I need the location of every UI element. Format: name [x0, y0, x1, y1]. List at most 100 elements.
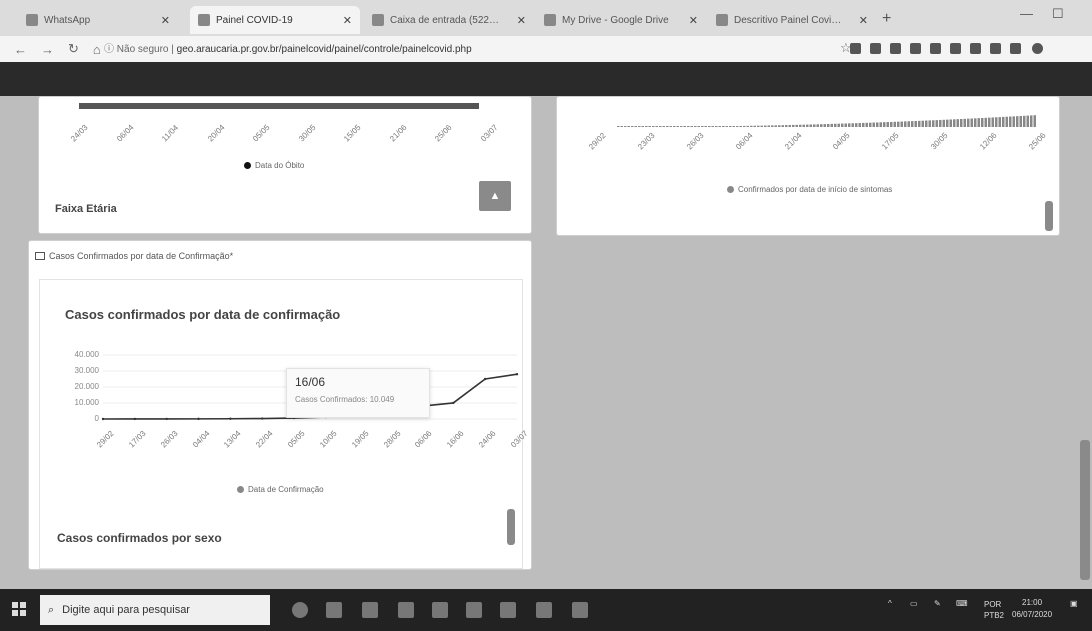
maximize-icon[interactable]: ☐ — [1052, 6, 1064, 22]
windows-start-icon[interactable] — [12, 602, 26, 616]
extension-icon[interactable] — [1010, 43, 1021, 54]
forward-icon[interactable]: → — [41, 42, 54, 57]
symptom-bar — [659, 126, 662, 127]
extension-icon[interactable] — [950, 43, 961, 54]
symptom-bar — [914, 120, 917, 127]
symptom-bar — [673, 126, 676, 127]
symptom-bar — [1030, 115, 1033, 127]
close-icon[interactable]: ✕ — [161, 14, 170, 27]
data-point[interactable] — [483, 377, 487, 381]
symptom-bar — [921, 120, 924, 127]
x-tick-label: 06/04 — [114, 122, 136, 144]
confirmed-cases-card: Casos Confirmados por data de Confirmaçã… — [28, 240, 532, 570]
info-icon: ⓘ — [104, 44, 114, 55]
symptom-bar — [666, 126, 669, 127]
keyboard-icon[interactable]: ⌨ — [956, 599, 968, 608]
symptom-bar — [624, 126, 627, 127]
chart-scrollbar[interactable] — [507, 509, 515, 545]
symptom-bar — [970, 118, 973, 127]
notification-icon[interactable]: ▣ — [1070, 599, 1078, 608]
chart-tooltip: 16/06 Casos Confirmados: 10.049 — [286, 368, 430, 418]
data-point[interactable] — [133, 417, 137, 421]
symptom-bar — [788, 124, 791, 127]
tab-title: WhatsApp — [44, 14, 91, 26]
symptom-bar — [981, 117, 984, 127]
extension-icon[interactable] — [990, 43, 1001, 54]
y-tick-label: 40.000 — [74, 350, 99, 359]
symptom-bar — [722, 126, 725, 127]
data-point[interactable] — [165, 417, 168, 421]
symptom-bar — [701, 126, 704, 127]
symptom-bar — [858, 123, 861, 127]
language-indicator[interactable]: POR PTB2 — [984, 599, 1004, 621]
reload-icon[interactable]: ↻ — [68, 41, 79, 57]
back-icon[interactable]: ← — [14, 42, 27, 57]
symptoms-bars — [617, 115, 1036, 127]
data-point[interactable] — [101, 417, 105, 421]
taskbar-search-box[interactable]: ⌕ Digite aqui para pesquisar — [40, 595, 270, 625]
avatar[interactable] — [1032, 43, 1043, 54]
symptom-bar — [697, 126, 700, 127]
symptom-bar — [802, 124, 805, 127]
symptom-bar — [694, 126, 697, 127]
symptom-bar — [617, 126, 620, 127]
panel-scrollbar[interactable] — [1045, 201, 1053, 231]
tab-title: Painel COVID-19 — [216, 14, 293, 26]
chart-title: Casos confirmados por data de confirmaçã… — [65, 307, 341, 322]
symptom-bar — [736, 126, 739, 127]
extension-icon[interactable] — [930, 43, 941, 54]
close-icon[interactable]: ✕ — [859, 14, 868, 27]
tab-title: Caixa de entrada (522) - kossoc — [390, 14, 500, 26]
extension-icon[interactable] — [870, 43, 881, 54]
data-point[interactable] — [452, 401, 455, 405]
close-icon[interactable]: ✕ — [689, 14, 698, 27]
symptom-bar — [991, 117, 994, 127]
page-scrollbar[interactable] — [1080, 440, 1090, 580]
tab-descritivo[interactable]: Descritivo Painel Covid19 - Goo ✕ — [708, 6, 876, 34]
symptom-bar — [757, 125, 760, 127]
pen-icon[interactable]: ✎ — [934, 599, 941, 608]
deaths-chart-panel: 24/03 06/04 11/04 20/04 05/05 30/05 15/05 21/06… — [38, 96, 532, 234]
tab-whatsapp[interactable]: WhatsApp ✕ — [18, 6, 178, 34]
mail-icon[interactable] — [398, 602, 414, 618]
deaths-bar-strip — [79, 103, 479, 109]
app-icon[interactable] — [572, 602, 588, 618]
store-icon[interactable] — [466, 602, 482, 618]
tab-google-drive[interactable]: My Drive - Google Drive ✕ — [536, 6, 706, 34]
photos-icon[interactable] — [432, 602, 448, 618]
new-tab-button[interactable]: + — [882, 10, 891, 28]
chrome-icon[interactable] — [362, 602, 378, 618]
network-icon[interactable]: ▭ — [910, 599, 918, 608]
data-point[interactable] — [229, 417, 232, 420]
symptom-bar — [638, 126, 641, 127]
extension-icon[interactable] — [910, 43, 921, 54]
task-view-icon[interactable] — [326, 602, 342, 618]
x-tick-label: 21/06 — [387, 122, 409, 144]
tray-chevron-icon[interactable]: ^ — [888, 599, 892, 608]
minimize-icon[interactable]: — — [1020, 6, 1033, 21]
symptoms-chart-panel: 29/02 23/03 26/03 06/04 21/04 04/05 17/05 30/05… — [556, 96, 1060, 236]
close-icon[interactable]: ✕ — [343, 14, 352, 27]
tab-inbox[interactable]: Caixa de entrada (522) - kossoc ✕ — [364, 6, 534, 34]
symptom-bar — [963, 118, 966, 127]
data-point[interactable] — [261, 417, 264, 420]
data-point[interactable] — [197, 417, 200, 421]
cortana-icon[interactable] — [292, 602, 308, 618]
extension-icon[interactable] — [850, 43, 861, 54]
symptom-bar — [683, 126, 686, 127]
tab-painel-covid[interactable]: Painel COVID-19 ✕ — [190, 6, 360, 34]
system-clock[interactable]: 21:00 06/07/2020 — [1012, 597, 1052, 621]
extension-icon[interactable] — [890, 43, 901, 54]
symptom-bar — [851, 123, 854, 127]
close-icon[interactable]: ✕ — [517, 14, 526, 27]
teams-icon[interactable] — [536, 602, 552, 618]
data-point[interactable] — [515, 373, 519, 376]
symptom-bar — [967, 118, 970, 127]
url-field[interactable]: ⓘ Não seguro | geo.araucaria.pr.gov.br/p… — [104, 40, 472, 55]
word-icon[interactable] — [500, 602, 516, 618]
extension-icon[interactable] — [970, 43, 981, 54]
home-icon[interactable]: ⌂ — [93, 42, 101, 57]
y-tick-label: 20.000 — [74, 382, 99, 391]
scroll-up-button[interactable]: ▲ — [479, 181, 511, 211]
legend-label: Data do Óbito — [255, 161, 305, 170]
